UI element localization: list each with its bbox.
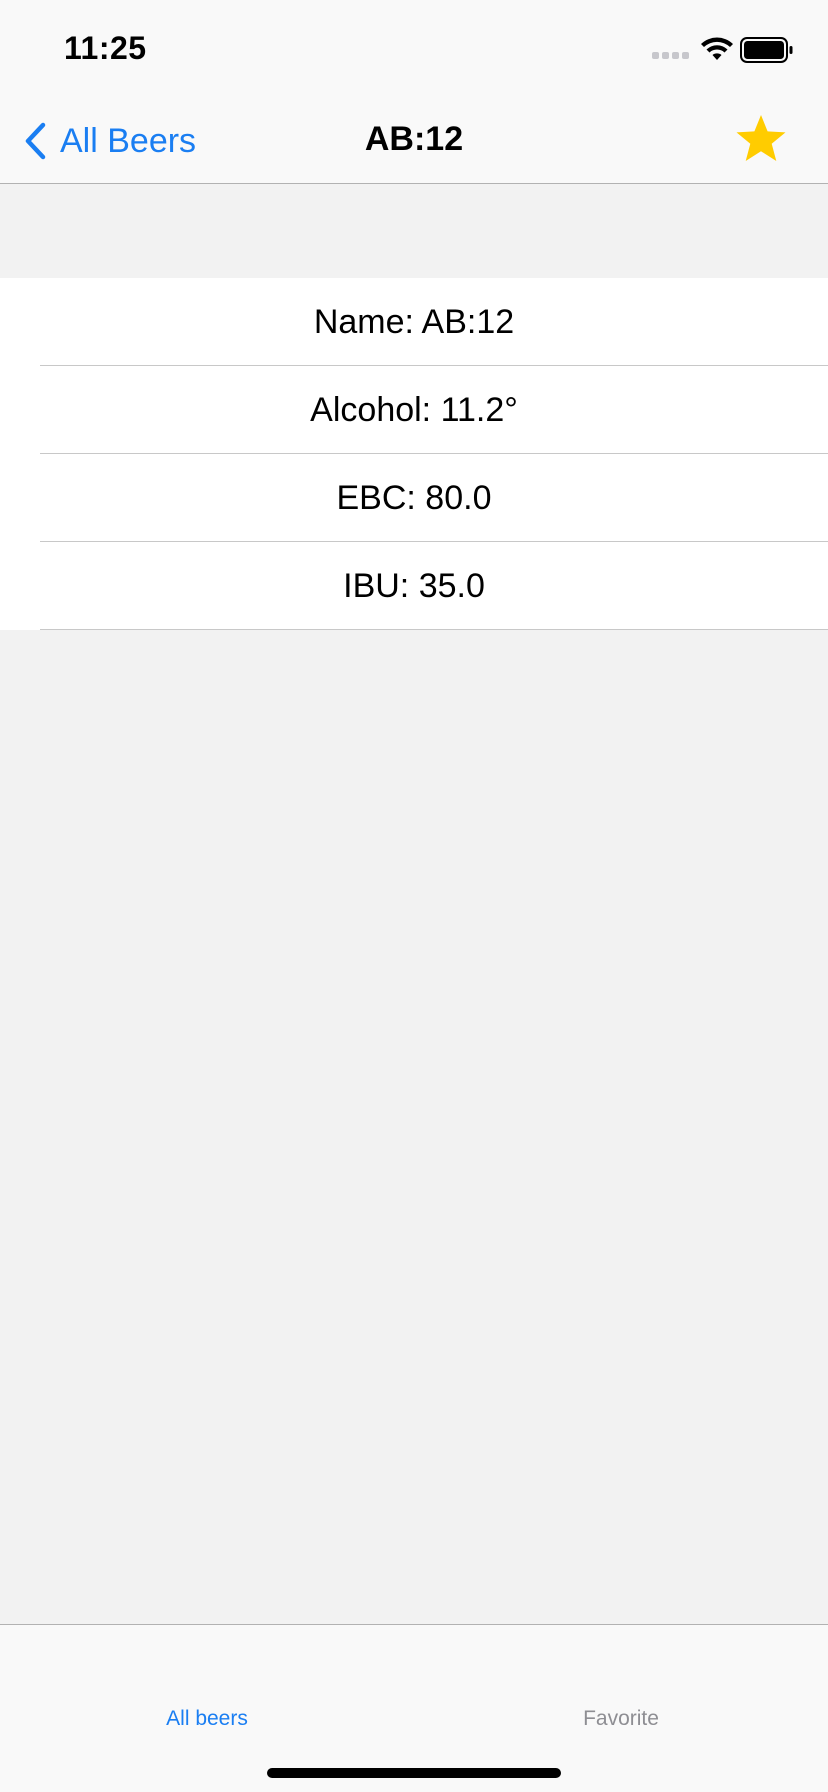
battery-icon bbox=[740, 37, 793, 63]
cellular-signal-icon bbox=[652, 52, 690, 60]
detail-row-label: EBC: 80.0 bbox=[336, 478, 492, 517]
detail-row-label: IBU: 35.0 bbox=[343, 566, 485, 605]
page-title: AB:12 bbox=[364, 120, 464, 158]
navigation-bar: 11:25 All Beers AB:12 bbox=[0, 0, 828, 184]
detail-row-ebc: EBC: 80.0 bbox=[0, 454, 828, 542]
detail-row-label: Name: AB:12 bbox=[313, 302, 515, 341]
home-indicator[interactable] bbox=[267, 1768, 561, 1778]
status-time: 11:25 bbox=[64, 30, 147, 66]
beer-detail-screen: 11:25 All Beers AB:12 Name: AB:12 Alcoho… bbox=[0, 0, 828, 1792]
detail-row-name: Name: AB:12 bbox=[0, 278, 828, 366]
detail-row-ibu: IBU: 35.0 bbox=[0, 542, 828, 630]
beer-details-table: Name: AB:12 Alcohol: 11.2° EBC: 80.0 IBU… bbox=[0, 278, 828, 630]
detail-row-alcohol: Alcohol: 11.2° bbox=[0, 366, 828, 454]
favorite-star-icon[interactable] bbox=[733, 112, 789, 168]
tab-bar: All beers Favorite bbox=[0, 1624, 828, 1792]
tab-favorite[interactable]: Favorite bbox=[414, 1707, 828, 1731]
tab-all-beers[interactable]: All beers bbox=[0, 1707, 414, 1731]
detail-row-label: Alcohol: 11.2° bbox=[310, 390, 518, 429]
wifi-icon bbox=[701, 37, 733, 60]
